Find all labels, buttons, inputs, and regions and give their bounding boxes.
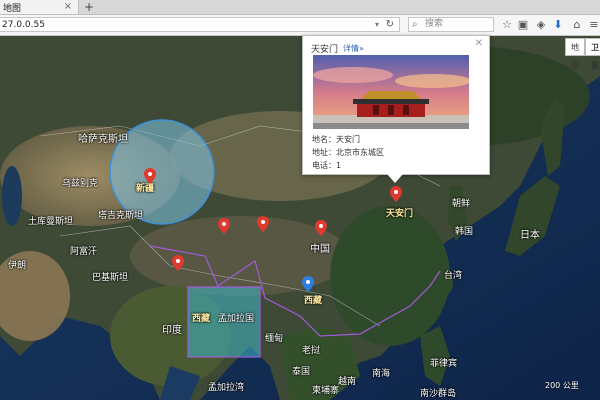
- browser-window: 地图 × + 27.0.0.55 ▾ ↻ ⌕ 搜索 ☆ ▣ ◈ ⬇ ⌂ ≡ 哈萨…: [0, 0, 600, 400]
- location-pin-icon[interactable]: [172, 255, 184, 271]
- map-label: 泰国: [292, 367, 311, 377]
- info-title: 天安门: [311, 45, 339, 55]
- scale-bar: 200 公里: [545, 381, 579, 390]
- map-label: 南海: [372, 369, 391, 379]
- info-window: 天安门 详情» ✕ 地名：天安门 地址：北京市东城区 电话：1: [302, 35, 490, 183]
- map-label: 越南: [338, 377, 357, 387]
- map-label: 菲律宾: [430, 359, 458, 369]
- map-label: 阿富汗: [70, 247, 98, 257]
- url-text: 27.0.0.55: [2, 20, 45, 30]
- tab-bar: 地图 × +: [0, 0, 600, 15]
- address-bar[interactable]: 27.0.0.55 ▾ ↻: [0, 17, 400, 32]
- nav-bar: 27.0.0.55 ▾ ↻ ⌕ 搜索 ☆ ▣ ◈ ⬇ ⌂ ≡: [0, 15, 600, 36]
- map-label: 西藏: [304, 296, 323, 306]
- tab-map[interactable]: 地图 ×: [0, 0, 79, 14]
- chevron-down-icon[interactable]: ▾: [375, 18, 379, 32]
- location-pin-icon[interactable]: [315, 220, 327, 236]
- tab-title: 地图: [3, 3, 22, 14]
- close-tab-icon[interactable]: ×: [64, 0, 72, 14]
- map-label: 土库曼斯坦: [28, 217, 74, 227]
- overlay-layer: [109, 119, 441, 358]
- location-pin-icon[interactable]: [218, 218, 230, 234]
- clipboard-icon[interactable]: ▣: [516, 17, 530, 32]
- shield-icon[interactable]: ◈: [534, 17, 548, 32]
- satellite-type-button[interactable]: 卫星: [585, 38, 600, 70]
- star-icon[interactable]: ☆: [500, 17, 514, 32]
- info-phone-row: 电话：1: [312, 161, 342, 170]
- map-label: 缅甸: [265, 334, 284, 344]
- close-icon[interactable]: ✕: [475, 38, 483, 49]
- map-label: 西藏: [192, 314, 211, 324]
- map-label: 天安门: [386, 209, 414, 219]
- map-label: 韩国: [455, 227, 474, 237]
- map-label: 台湾: [444, 271, 463, 281]
- download-icon[interactable]: ⬇: [551, 17, 565, 32]
- tiananmen-photo: [313, 55, 469, 129]
- map-label: 老挝: [302, 346, 321, 356]
- map-label: 伊朗: [8, 261, 27, 271]
- search-input[interactable]: ⌕ 搜索: [408, 17, 494, 32]
- search-icon: ⌕: [412, 19, 418, 30]
- location-pin-icon[interactable]: [144, 168, 156, 184]
- map-canvas[interactable]: 哈萨克斯坦乌兹别克土库曼斯坦 塔吉克斯坦伊朗 阿富汗巴基斯坦印度 孟加拉国 缅甸老挝泰国…: [0, 36, 600, 400]
- location-pin-icon[interactable]: [302, 276, 314, 292]
- map-label: 中国: [310, 244, 330, 255]
- map-label: 朝鲜: [452, 199, 471, 209]
- map-label: 巴基斯坦: [92, 273, 129, 283]
- map-label: 印度: [162, 325, 182, 336]
- map-label: 孟加拉湾: [208, 383, 245, 393]
- menu-icon[interactable]: ≡: [587, 17, 600, 32]
- map-label: 南沙群岛: [420, 389, 457, 399]
- info-address-row: 地址：北京市东城区: [312, 148, 384, 157]
- search-placeholder: 搜索: [425, 19, 444, 29]
- map-type-control: 地图 卫星: [565, 38, 600, 70]
- info-name-row: 地名：天安门: [312, 135, 360, 144]
- map-label: 柬埔寨: [312, 386, 340, 396]
- reload-icon[interactable]: ↻: [386, 18, 394, 32]
- more-link[interactable]: 详情»: [343, 43, 364, 54]
- info-window-pointer: [387, 174, 403, 183]
- new-tab-icon[interactable]: +: [84, 0, 94, 14]
- map-label: 孟加拉国: [218, 314, 255, 324]
- location-pin-icon[interactable]: [257, 216, 269, 232]
- location-pin-icon[interactable]: [390, 186, 402, 202]
- map-label: 日本: [520, 230, 540, 241]
- map-label: 哈萨克斯坦: [78, 134, 128, 145]
- home-icon[interactable]: ⌂: [570, 17, 584, 32]
- map-label: 乌兹别克: [62, 179, 99, 189]
- map-label: 塔吉克斯坦: [98, 211, 144, 221]
- map-type-button[interactable]: 地图: [565, 38, 585, 70]
